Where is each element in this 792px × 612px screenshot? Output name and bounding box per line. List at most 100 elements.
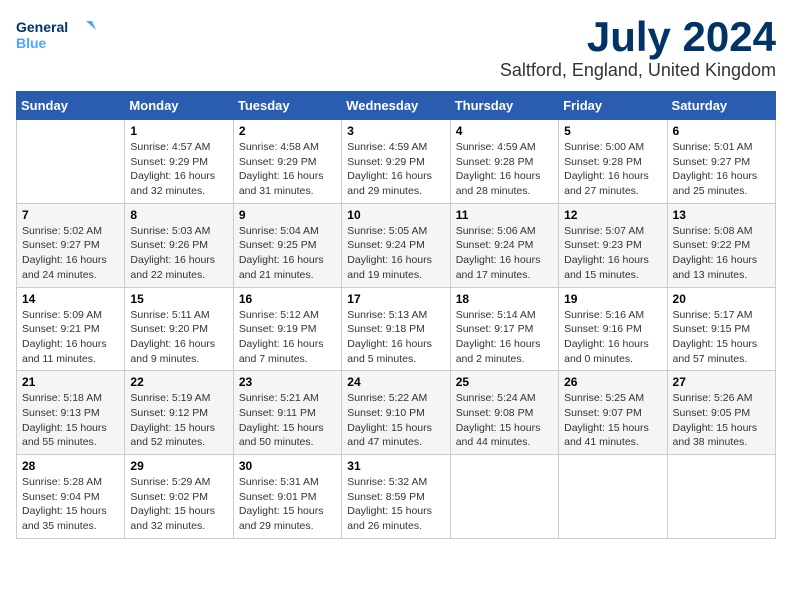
day-number: 24 bbox=[347, 375, 444, 389]
day-number: 11 bbox=[456, 208, 553, 222]
day-info: Sunrise: 5:19 AM Sunset: 9:12 PM Dayligh… bbox=[130, 391, 227, 450]
day-number: 21 bbox=[22, 375, 119, 389]
day-number: 17 bbox=[347, 292, 444, 306]
day-info: Sunrise: 5:11 AM Sunset: 9:20 PM Dayligh… bbox=[130, 308, 227, 367]
day-info: Sunrise: 4:59 AM Sunset: 9:29 PM Dayligh… bbox=[347, 140, 444, 199]
day-cell bbox=[450, 455, 558, 539]
day-cell: 20 Sunrise: 5:17 AM Sunset: 9:15 PM Dayli… bbox=[667, 287, 775, 371]
day-number: 13 bbox=[673, 208, 770, 222]
day-info: Sunrise: 5:21 AM Sunset: 9:11 PM Dayligh… bbox=[239, 391, 336, 450]
day-info: Sunrise: 5:13 AM Sunset: 9:18 PM Dayligh… bbox=[347, 308, 444, 367]
day-info: Sunrise: 4:57 AM Sunset: 9:29 PM Dayligh… bbox=[130, 140, 227, 199]
day-info: Sunrise: 5:17 AM Sunset: 9:15 PM Dayligh… bbox=[673, 308, 770, 367]
day-info: Sunrise: 5:08 AM Sunset: 9:22 PM Dayligh… bbox=[673, 224, 770, 283]
day-info: Sunrise: 5:03 AM Sunset: 9:26 PM Dayligh… bbox=[130, 224, 227, 283]
day-cell: 29 Sunrise: 5:29 AM Sunset: 9:02 PM Dayli… bbox=[125, 455, 233, 539]
title-area: July 2024 Saltford, England, United King… bbox=[500, 16, 776, 81]
location-title: Saltford, England, United Kingdom bbox=[500, 60, 776, 81]
header-cell-sunday: Sunday bbox=[17, 92, 125, 120]
day-info: Sunrise: 5:25 AM Sunset: 9:07 PM Dayligh… bbox=[564, 391, 661, 450]
day-number: 12 bbox=[564, 208, 661, 222]
day-info: Sunrise: 4:58 AM Sunset: 9:29 PM Dayligh… bbox=[239, 140, 336, 199]
week-row-2: 7Sunrise: 5:02 AM Sunset: 9:27 PM Daylig… bbox=[17, 203, 776, 287]
day-info: Sunrise: 5:04 AM Sunset: 9:25 PM Dayligh… bbox=[239, 224, 336, 283]
day-cell: 31 Sunrise: 5:32 AM Sunset: 8:59 PM Dayli… bbox=[342, 455, 450, 539]
day-cell: 23 Sunrise: 5:21 AM Sunset: 9:11 PM Dayli… bbox=[233, 371, 341, 455]
day-cell bbox=[17, 120, 125, 204]
week-row-3: 14 Sunrise: 5:09 AM Sunset: 9:21 PM Dayli… bbox=[17, 287, 776, 371]
day-number: 30 bbox=[239, 459, 336, 473]
day-info: Sunrise: 4:59 AM Sunset: 9:28 PM Dayligh… bbox=[456, 140, 553, 199]
svg-text:General: General bbox=[16, 19, 68, 35]
day-info: Sunrise: 5:29 AM Sunset: 9:02 PM Dayligh… bbox=[130, 475, 227, 534]
header-row: SundayMondayTuesdayWednesdayThursdayFrid… bbox=[17, 92, 776, 120]
day-info: Sunrise: 5:09 AM Sunset: 9:21 PM Dayligh… bbox=[22, 308, 119, 367]
week-row-5: 28 Sunrise: 5:28 AM Sunset: 9:04 PM Dayli… bbox=[17, 455, 776, 539]
page-header: General Blue July 2024 Saltford, England… bbox=[16, 16, 776, 81]
day-cell: 11 Sunrise: 5:06 AM Sunset: 9:24 PM Dayli… bbox=[450, 203, 558, 287]
day-cell bbox=[559, 455, 667, 539]
day-cell: 14 Sunrise: 5:09 AM Sunset: 9:21 PM Dayli… bbox=[17, 287, 125, 371]
day-info: Sunrise: 5:16 AM Sunset: 9:16 PM Dayligh… bbox=[564, 308, 661, 367]
day-number: 19 bbox=[564, 292, 661, 306]
day-cell: 9 Sunrise: 5:04 AM Sunset: 9:25 PM Daylig… bbox=[233, 203, 341, 287]
day-cell: 27Sunrise: 5:26 AM Sunset: 9:05 PM Dayli… bbox=[667, 371, 775, 455]
day-info: Sunrise: 5:00 AM Sunset: 9:28 PM Dayligh… bbox=[564, 140, 661, 199]
day-number: 22 bbox=[130, 375, 227, 389]
day-info: Sunrise: 5:24 AM Sunset: 9:08 PM Dayligh… bbox=[456, 391, 553, 450]
day-number: 18 bbox=[456, 292, 553, 306]
day-cell: 21Sunrise: 5:18 AM Sunset: 9:13 PM Dayli… bbox=[17, 371, 125, 455]
week-row-1: 1Sunrise: 4:57 AM Sunset: 9:29 PM Daylig… bbox=[17, 120, 776, 204]
day-cell: 28 Sunrise: 5:28 AM Sunset: 9:04 PM Dayli… bbox=[17, 455, 125, 539]
day-cell: 26Sunrise: 5:25 AM Sunset: 9:07 PM Dayli… bbox=[559, 371, 667, 455]
day-cell: 24 Sunrise: 5:22 AM Sunset: 9:10 PM Dayli… bbox=[342, 371, 450, 455]
calendar-table: SundayMondayTuesdayWednesdayThursdayFrid… bbox=[16, 91, 776, 539]
header-cell-saturday: Saturday bbox=[667, 92, 775, 120]
logo-svg: General Blue bbox=[16, 16, 96, 56]
logo: General Blue bbox=[16, 16, 96, 56]
day-cell: 2 Sunrise: 4:58 AM Sunset: 9:29 PM Daylig… bbox=[233, 120, 341, 204]
day-number: 27 bbox=[673, 375, 770, 389]
day-cell: 17 Sunrise: 5:13 AM Sunset: 9:18 PM Dayli… bbox=[342, 287, 450, 371]
day-cell: 16Sunrise: 5:12 AM Sunset: 9:19 PM Dayli… bbox=[233, 287, 341, 371]
day-number: 29 bbox=[130, 459, 227, 473]
day-info: Sunrise: 5:07 AM Sunset: 9:23 PM Dayligh… bbox=[564, 224, 661, 283]
day-info: Sunrise: 5:06 AM Sunset: 9:24 PM Dayligh… bbox=[456, 224, 553, 283]
day-cell: 7Sunrise: 5:02 AM Sunset: 9:27 PM Daylig… bbox=[17, 203, 125, 287]
day-info: Sunrise: 5:32 AM Sunset: 8:59 PM Dayligh… bbox=[347, 475, 444, 534]
day-number: 23 bbox=[239, 375, 336, 389]
header-cell-monday: Monday bbox=[125, 92, 233, 120]
day-number: 14 bbox=[22, 292, 119, 306]
day-info: Sunrise: 5:14 AM Sunset: 9:17 PM Dayligh… bbox=[456, 308, 553, 367]
header-cell-tuesday: Tuesday bbox=[233, 92, 341, 120]
week-row-4: 21Sunrise: 5:18 AM Sunset: 9:13 PM Dayli… bbox=[17, 371, 776, 455]
day-number: 3 bbox=[347, 124, 444, 138]
day-number: 10 bbox=[347, 208, 444, 222]
day-number: 8 bbox=[130, 208, 227, 222]
header-cell-wednesday: Wednesday bbox=[342, 92, 450, 120]
day-info: Sunrise: 5:22 AM Sunset: 9:10 PM Dayligh… bbox=[347, 391, 444, 450]
day-number: 16 bbox=[239, 292, 336, 306]
day-cell: 30Sunrise: 5:31 AM Sunset: 9:01 PM Dayli… bbox=[233, 455, 341, 539]
month-title: July 2024 bbox=[500, 16, 776, 58]
day-number: 4 bbox=[456, 124, 553, 138]
day-number: 2 bbox=[239, 124, 336, 138]
header-cell-thursday: Thursday bbox=[450, 92, 558, 120]
day-cell: 12 Sunrise: 5:07 AM Sunset: 9:23 PM Dayli… bbox=[559, 203, 667, 287]
day-number: 9 bbox=[239, 208, 336, 222]
day-cell: 25Sunrise: 5:24 AM Sunset: 9:08 PM Dayli… bbox=[450, 371, 558, 455]
day-number: 6 bbox=[673, 124, 770, 138]
day-number: 31 bbox=[347, 459, 444, 473]
day-info: Sunrise: 5:28 AM Sunset: 9:04 PM Dayligh… bbox=[22, 475, 119, 534]
day-cell: 22 Sunrise: 5:19 AM Sunset: 9:12 PM Dayli… bbox=[125, 371, 233, 455]
day-cell: 1Sunrise: 4:57 AM Sunset: 9:29 PM Daylig… bbox=[125, 120, 233, 204]
day-cell: 18 Sunrise: 5:14 AM Sunset: 9:17 PM Dayli… bbox=[450, 287, 558, 371]
day-number: 20 bbox=[673, 292, 770, 306]
day-number: 28 bbox=[22, 459, 119, 473]
day-cell: 8 Sunrise: 5:03 AM Sunset: 9:26 PM Daylig… bbox=[125, 203, 233, 287]
svg-text:Blue: Blue bbox=[16, 35, 47, 51]
day-info: Sunrise: 5:02 AM Sunset: 9:27 PM Dayligh… bbox=[22, 224, 119, 283]
header-cell-friday: Friday bbox=[559, 92, 667, 120]
day-cell: 3 Sunrise: 4:59 AM Sunset: 9:29 PM Daylig… bbox=[342, 120, 450, 204]
day-cell: 13 Sunrise: 5:08 AM Sunset: 9:22 PM Dayli… bbox=[667, 203, 775, 287]
